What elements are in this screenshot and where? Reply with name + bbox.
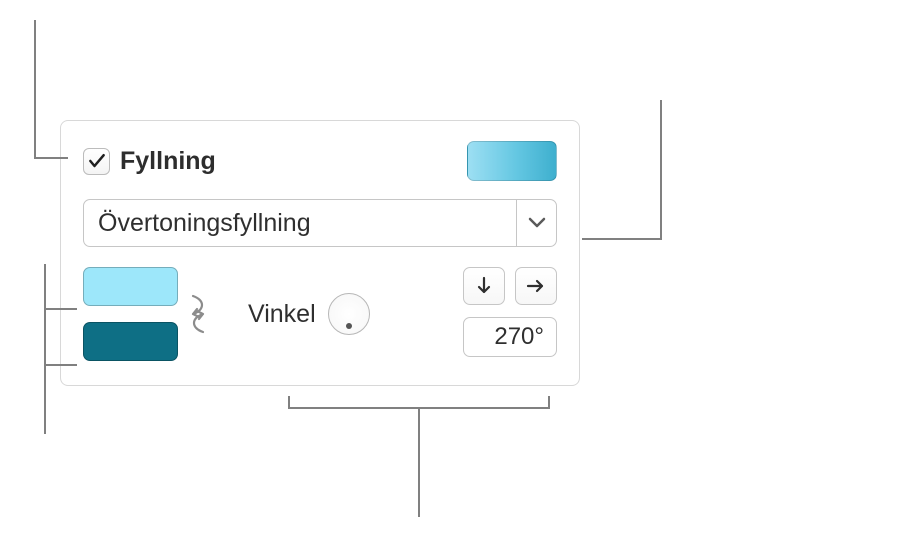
fill-toggle-group: Fyllning xyxy=(83,147,216,176)
arrow-right-icon xyxy=(526,278,546,294)
direction-down-button[interactable] xyxy=(463,267,505,305)
fill-panel: Fyllning Övertoningsfyllning V xyxy=(60,120,580,386)
direction-buttons xyxy=(463,267,557,305)
callout-line xyxy=(34,157,68,159)
callout-line xyxy=(44,364,77,366)
direction-right-button[interactable] xyxy=(515,267,557,305)
gradient-controls-row: Vinkel xyxy=(83,267,557,361)
angle-right-controls xyxy=(463,267,557,357)
angle-group: Vinkel xyxy=(248,293,370,335)
swap-colors-button[interactable] xyxy=(186,288,210,340)
fill-header-row: Fyllning xyxy=(83,141,557,181)
chevron-down-icon xyxy=(528,217,546,229)
fill-label: Fyllning xyxy=(120,147,216,176)
callout-line xyxy=(44,308,77,310)
gradient-color-a[interactable] xyxy=(83,267,178,306)
angle-input[interactable] xyxy=(463,317,557,357)
fill-preview-swatch[interactable] xyxy=(467,141,557,181)
callout-line xyxy=(44,264,46,434)
callout-line xyxy=(548,396,550,408)
dropdown-arrow-zone xyxy=(516,200,556,246)
fill-checkbox[interactable] xyxy=(83,148,110,175)
fill-type-selected: Övertoningsfyllning xyxy=(84,200,516,246)
gradient-color-stack xyxy=(83,267,178,361)
gradient-color-pair xyxy=(83,267,210,361)
angle-dial[interactable] xyxy=(328,293,370,335)
callout-line xyxy=(582,238,662,240)
callout-line xyxy=(660,100,662,240)
callout-line xyxy=(418,407,420,517)
arrow-down-icon xyxy=(476,276,492,296)
angle-dial-indicator xyxy=(346,323,352,329)
angle-label: Vinkel xyxy=(248,300,316,329)
fill-type-dropdown[interactable]: Övertoningsfyllning xyxy=(83,199,557,247)
callout-line xyxy=(34,20,36,158)
callout-line xyxy=(288,396,290,408)
swap-icon xyxy=(187,286,209,342)
gradient-color-b[interactable] xyxy=(83,322,178,361)
check-icon xyxy=(87,151,107,171)
